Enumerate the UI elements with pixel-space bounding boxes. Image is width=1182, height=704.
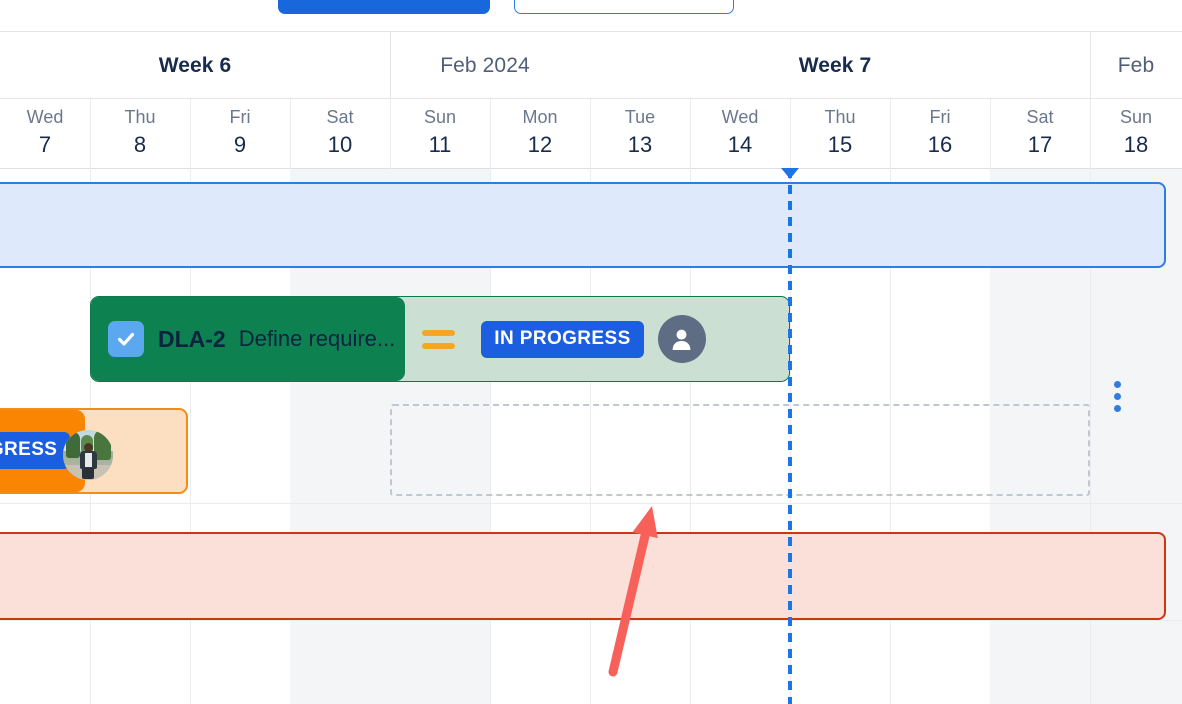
day-header-cell[interactable]: Wed7 — [0, 99, 90, 169]
week-header-row: Week 6Feb 2024Week 7Feb — [0, 32, 1182, 99]
day-column-divider — [890, 99, 891, 169]
task-issue-key: DLA-2 — [158, 326, 226, 353]
status-badge[interactable]: IN PROGRESS — [481, 321, 643, 358]
week-header-label: Week 6 — [0, 32, 390, 99]
priority-medium-icon — [422, 330, 455, 349]
day-column-divider — [190, 99, 191, 169]
day-name-label: Wed — [722, 104, 759, 130]
day-name-label: Fri — [230, 104, 251, 130]
toolbar-strip — [0, 0, 1182, 31]
week-header-divider — [390, 32, 391, 99]
day-number-label: 10 — [328, 130, 352, 160]
day-column-divider — [290, 99, 291, 169]
today-arrow-icon — [781, 168, 799, 179]
day-number-label: 13 — [628, 130, 652, 160]
week-header-label: Week 7 — [580, 32, 1090, 99]
grid-row-line — [0, 620, 1182, 621]
timeline-grid-body: DLA-2 Define require... IN PROGRESS IN P… — [0, 169, 1182, 704]
day-header-row: Wed7Thu8Fri9Sat10Sun11Mon12Tue13Wed14Thu… — [0, 99, 1182, 169]
dashed-drop-placeholder[interactable] — [390, 404, 1090, 496]
day-header-cell[interactable]: Tue13 — [590, 99, 690, 169]
task-type-check-icon — [108, 321, 144, 357]
day-name-label: Tue — [625, 104, 655, 130]
day-number-label: 18 — [1124, 130, 1148, 160]
day-header-cell[interactable]: Sun11 — [390, 99, 490, 169]
day-name-label: Sun — [424, 104, 456, 130]
day-number-label: 12 — [528, 130, 552, 160]
secondary-action-button[interactable] — [514, 0, 734, 14]
day-column-divider — [490, 99, 491, 169]
today-line — [788, 169, 792, 704]
grid-row-line — [0, 503, 1182, 504]
day-column-divider — [390, 99, 391, 169]
day-header-cell[interactable]: Sat10 — [290, 99, 390, 169]
avatar-photo[interactable] — [63, 430, 113, 480]
day-column-divider — [90, 99, 91, 169]
blue-epic-bar-menu-icon[interactable] — [1114, 381, 1121, 412]
day-name-label: Sat — [326, 104, 353, 130]
day-number-label: 15 — [828, 130, 852, 160]
day-number-label: 9 — [234, 130, 246, 160]
day-name-label: Thu — [124, 104, 155, 130]
day-name-label: Fri — [930, 104, 951, 130]
day-column-divider — [1090, 99, 1091, 169]
day-column-divider — [790, 99, 791, 169]
primary-action-button[interactable] — [278, 0, 490, 14]
day-column-divider — [990, 99, 991, 169]
day-number-label: 16 — [928, 130, 952, 160]
task-bar-content: DLA-2 Define require... IN PROGRESS — [91, 297, 789, 381]
orange-bar-content: IN PROGRESS — [0, 410, 186, 492]
day-header-cell[interactable]: Sat17 — [990, 99, 1090, 169]
gantt-timeline-screen: Week 6Feb 2024Week 7Feb Wed7Thu8Fri9Sat1… — [0, 0, 1182, 704]
day-header-cell[interactable]: Thu15 — [790, 99, 890, 169]
week-header-divider — [1090, 32, 1091, 99]
task-bar-orange-clipped[interactable]: IN PROGRESS — [0, 408, 188, 494]
day-column-divider — [690, 99, 691, 169]
day-name-label: Sun — [1120, 104, 1152, 130]
day-header-cell[interactable]: Thu8 — [90, 99, 190, 169]
day-name-label: Thu — [824, 104, 855, 130]
day-number-label: 17 — [1028, 130, 1052, 160]
day-column-divider — [590, 99, 591, 169]
blue-epic-bar[interactable] — [0, 182, 1166, 268]
day-header-cell[interactable]: Sun18 — [1090, 99, 1182, 169]
day-header-cell[interactable]: Mon12 — [490, 99, 590, 169]
day-number-label: 14 — [728, 130, 752, 160]
day-header-cell[interactable]: Wed14 — [690, 99, 790, 169]
day-name-label: Wed — [27, 104, 64, 130]
day-number-label: 11 — [429, 130, 452, 160]
red-epic-bar[interactable] — [0, 532, 1166, 620]
week-header-label: Feb 2024 — [390, 32, 580, 99]
task-summary: Define require... — [239, 326, 396, 352]
day-header-cell[interactable]: Fri9 — [190, 99, 290, 169]
day-number-label: 7 — [39, 130, 51, 160]
day-header-cell[interactable]: Fri16 — [890, 99, 990, 169]
day-number-label: 8 — [134, 130, 146, 160]
day-name-label: Mon — [522, 104, 557, 130]
week-header-label: Feb — [1090, 32, 1182, 99]
timeline-header: Week 6Feb 2024Week 7Feb Wed7Thu8Fri9Sat1… — [0, 31, 1182, 169]
task-bar-dla-2[interactable]: DLA-2 Define require... IN PROGRESS — [90, 296, 790, 382]
day-name-label: Sat — [1026, 104, 1053, 130]
avatar-unassigned-icon[interactable] — [658, 315, 706, 363]
status-badge[interactable]: IN PROGRESS — [0, 432, 70, 469]
